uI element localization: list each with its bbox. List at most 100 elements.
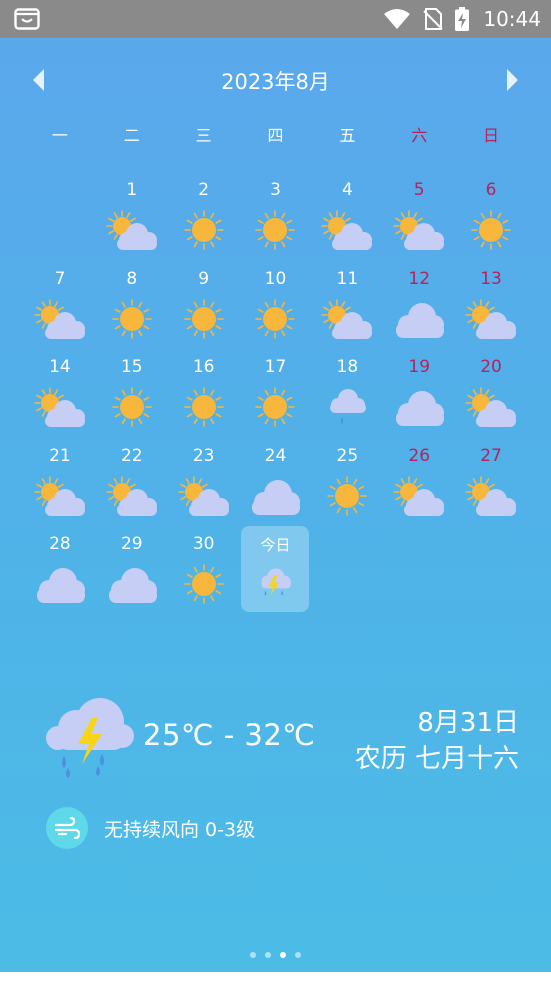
calendar-day[interactable]: 4 <box>311 172 383 261</box>
calendar-day-today[interactable]: 今日 <box>241 526 310 612</box>
weekday-label: 二 <box>123 126 140 145</box>
weekday-label: 六 <box>411 126 428 145</box>
partly-cloudy-icon <box>318 297 376 341</box>
calendar-day[interactable]: 11 <box>311 261 383 350</box>
calendar-day[interactable]: 28 <box>24 526 96 615</box>
calendar-day[interactable]: 9 <box>168 261 240 350</box>
calendar-day[interactable]: 21 <box>24 438 96 527</box>
status-time: 10:44 <box>483 7 541 31</box>
weekday-label: 三 <box>195 126 212 145</box>
status-bar: 10:44 <box>0 0 551 38</box>
calendar-day[interactable]: 17 <box>240 349 312 438</box>
cloudy-icon <box>31 562 89 606</box>
sunny-icon <box>246 297 304 341</box>
calendar-day[interactable]: 15 <box>96 349 168 438</box>
day-number: 今日 <box>260 536 291 554</box>
day-number: 18 <box>336 357 359 377</box>
calendar-day[interactable]: 10 <box>240 261 312 350</box>
day-number: 7 <box>54 268 66 289</box>
day-number: 6 <box>485 180 497 200</box>
day-number: 24 <box>264 445 287 466</box>
month-navigation: 2023年8月 <box>0 60 551 100</box>
calendar-day[interactable]: 23 <box>168 438 240 527</box>
cloudy-icon <box>390 297 448 341</box>
weekday-label: 四 <box>267 126 284 145</box>
day-number: 9 <box>198 268 210 289</box>
day-number: 29 <box>120 534 143 554</box>
sunny-icon <box>175 297 233 341</box>
day-number: 25 <box>336 445 359 466</box>
calendar-day[interactable]: 14 <box>24 349 96 438</box>
calendar-day[interactable]: 26 <box>383 438 455 527</box>
day-number: 20 <box>480 357 502 377</box>
day-number: 27 <box>480 445 502 466</box>
weekday-header: 一二三四五六日 <box>24 122 527 146</box>
calendar-day[interactable]: 30 <box>168 526 240 615</box>
day-number: 12 <box>408 268 431 289</box>
sunny-icon <box>246 385 304 429</box>
sunny-icon <box>175 562 233 606</box>
weekday-label: 五 <box>339 126 356 145</box>
calendar-day[interactable]: 19 <box>383 349 455 438</box>
day-number: 5 <box>413 180 425 200</box>
current-date: 8月31日 <box>417 708 519 738</box>
day-number: 21 <box>49 445 71 466</box>
thunderstorm-icon <box>252 562 298 602</box>
calendar-day[interactable]: 20 <box>455 349 527 438</box>
day-number: 30 <box>192 534 215 554</box>
calendar-day[interactable]: 27 <box>455 438 527 527</box>
calendar-day[interactable]: 6 <box>455 172 527 261</box>
partly-cloudy-icon <box>390 208 448 252</box>
calendar-grid: 1 2 3 4 5 6 7 8 9 10 11 12 13 14 15 16 17 18 19 20 21 22 23 24 2… <box>24 172 527 615</box>
calendar-day[interactable]: 2 <box>168 172 240 261</box>
battery-charging-icon <box>455 7 470 31</box>
weekday-label: 日 <box>483 126 500 145</box>
lunar-date: 农历 七月十六 <box>354 744 519 774</box>
partly-cloudy-icon <box>31 297 89 341</box>
calendar-day[interactable]: 12 <box>383 261 455 350</box>
calendar-day[interactable]: 5 <box>383 172 455 261</box>
calendar-day[interactable]: 8 <box>96 261 168 350</box>
calendar-day[interactable]: 22 <box>96 438 168 527</box>
calendar-day[interactable]: 3 <box>240 172 312 261</box>
calendar-day[interactable]: 18 <box>311 349 383 438</box>
weekday-label: 一 <box>51 126 68 145</box>
day-number: 14 <box>49 357 71 377</box>
calendar-day[interactable]: 7 <box>24 261 96 350</box>
partly-cloudy-icon <box>390 474 448 518</box>
calendar-day[interactable]: 1 <box>96 172 168 261</box>
calendar-day[interactable]: 16 <box>168 349 240 438</box>
page-dot[interactable] <box>250 952 256 958</box>
page-dot[interactable] <box>295 952 301 958</box>
partly-cloudy-icon <box>103 474 161 518</box>
partly-cloudy-icon <box>175 474 233 518</box>
day-number: 13 <box>480 268 502 289</box>
day-number: 8 <box>126 268 138 289</box>
day-number: 1 <box>126 180 138 200</box>
wind-info: 无持续风向 0-3级 <box>46 806 255 850</box>
calendar-day[interactable]: 24 <box>240 438 312 527</box>
page-indicator <box>0 952 551 958</box>
calendar-day[interactable]: 13 <box>455 261 527 350</box>
day-number: 3 <box>270 180 281 200</box>
day-number: 10 <box>264 268 287 289</box>
page-dot[interactable] <box>280 952 286 958</box>
weather-calendar-screen: 2023年8月 一二三四五六日 1 2 3 4 5 6 7 8 9 10 11 12 13 14 15 16 1… <box>0 38 551 972</box>
partly-cloudy-icon <box>31 385 89 429</box>
day-number: 16 <box>192 357 215 377</box>
day-number: 28 <box>49 534 71 554</box>
calendar-day[interactable]: 25 <box>311 438 383 527</box>
partly-cloudy-icon <box>462 385 520 429</box>
current-weather: 25℃ - 32℃ 8月31日 农历 七月十六 <box>0 688 551 778</box>
page-dot[interactable] <box>265 952 271 958</box>
next-month-button[interactable] <box>501 66 523 94</box>
calendar-day[interactable]: 29 <box>96 526 168 615</box>
light-rain-icon <box>318 385 376 429</box>
day-number: 11 <box>336 268 359 289</box>
sunny-icon <box>462 208 520 252</box>
day-number: 2 <box>198 180 210 200</box>
month-title: 2023年8月 <box>221 70 330 94</box>
calendar-empty-cell <box>24 172 96 261</box>
day-number: 22 <box>120 445 143 466</box>
day-number: 19 <box>408 357 431 377</box>
